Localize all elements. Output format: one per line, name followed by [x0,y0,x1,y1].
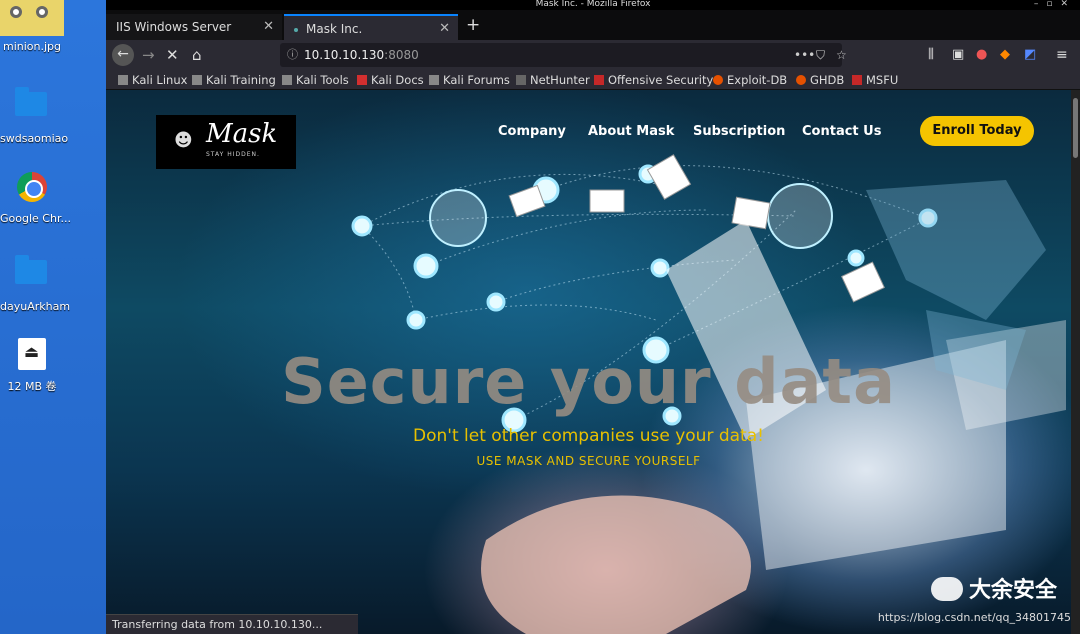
ghdb-icon [796,75,806,85]
window-titlebar: Mask Inc. - Mozilla Firefox –▫✕ [106,0,1080,10]
tab-label: IIS Windows Server [116,20,232,34]
kali-dragon-icon [118,75,128,85]
bookmark-label: GHDB [810,73,845,87]
watermark: 大余安全 [930,572,1057,604]
bookmark-offensive-security[interactable]: Offensive Security [594,73,713,87]
nethunter-icon [516,75,526,85]
bookmark-kali-forums[interactable]: Kali Forums [429,73,510,87]
watermark-url: https://blog.csdn.net/qq_34801745 [877,611,1071,624]
desktop-icon-label: swdsaomiao [0,132,69,145]
translate-icon[interactable]: ◩ [1024,45,1036,65]
navigation-toolbar: ← → ✕ ⌂ ⓘ 10.10.10.130:8080 ••• ⛉ ☆ ⫼ ▣ … [106,40,1080,70]
desktop-icon-label: minion.jpg [2,40,62,53]
bookmark-label: Kali Tools [296,73,349,87]
offsec-icon [594,75,604,85]
bookmark-kali-docs[interactable]: Kali Docs [357,73,424,87]
watermark-brand: 大余安全 [968,578,1057,603]
nav-subscription[interactable]: Subscription [693,124,785,139]
url-host: 10.10.10.130 [304,48,385,62]
theatre-mask-icon: ☻ [174,130,193,151]
extension-icon[interactable]: ● [976,45,987,65]
hero-tagline: USE MASK AND SECURE YOURSELF [476,454,701,468]
desktop-icon-minion[interactable]: minion.jpg [0,0,64,53]
window-title: Mask Inc. - Mozilla Firefox [535,0,651,9]
tab-label: Mask Inc. [306,22,363,36]
back-button[interactable]: ← [112,44,134,66]
hero-headline: Secure your data [281,345,896,418]
chrome-icon [17,172,47,202]
tab-mask[interactable]: Mask Inc. ✕ [284,14,458,40]
home-icon[interactable]: ⌂ [192,45,202,65]
bookmark-label: Kali Forums [443,73,510,87]
wechat-icon [930,577,963,601]
enroll-today-button[interactable]: Enroll Today [920,116,1034,146]
bookmark-label: Kali Linux [132,73,188,87]
desktop-icon-dayuarkham[interactable]: dayuArkham [0,254,71,313]
desktop-icon-label: dayuArkham [0,300,71,313]
desktop: minion.jpg swdsaomiao Google Chr... dayu… [0,0,106,634]
status-bar: Transferring data from 10.10.10.130... [106,614,358,634]
bookmark-label: Kali Docs [371,73,424,87]
bookmark-msfu[interactable]: MSFU [852,73,898,87]
page-scrollbar[interactable] [1071,90,1080,634]
desktop-icon-label: Google Chr... [0,212,71,225]
loading-icon [294,27,298,32]
drive-icon [18,338,46,370]
kali-dragon-icon [192,75,202,85]
image-thumbnail-icon [0,0,64,36]
tab-iis[interactable]: IIS Windows Server ✕ [106,14,282,40]
bookmark-nethunter[interactable]: NetHunter [516,73,590,87]
stop-button[interactable]: ✕ [166,45,179,65]
close-tab-icon[interactable]: ✕ [439,16,450,42]
exploit-db-icon [713,75,723,85]
foxyproxy-icon[interactable]: ◆ [1000,45,1010,65]
scrollbar-thumb[interactable] [1073,98,1078,158]
msfu-icon [852,75,862,85]
bookmark-kali-linux[interactable]: Kali Linux [118,73,187,87]
bookmarks-toolbar: Kali Linux Kali Training Kali Tools Kali… [106,70,1080,90]
bookmark-label: NetHunter [530,73,590,87]
url-port: :8080 [384,48,419,62]
menu-icon[interactable]: ≡ [1056,45,1068,65]
nav-company[interactable]: Company [498,124,566,139]
logo-wordmark: Mask [206,119,278,149]
desktop-icon-chrome[interactable]: Google Chr... [0,172,71,225]
bookmark-kali-training[interactable]: Kali Training [192,73,276,87]
bookmark-label: Exploit-DB [727,73,788,87]
address-bar[interactable]: ⓘ 10.10.10.130:8080 ••• ⛉ ☆ [280,43,847,67]
desktop-icon-volume[interactable]: 12 MB 卷 [0,338,64,394]
bookmark-label: MSFU [866,73,899,87]
nav-contact-us[interactable]: Contact Us [802,124,881,139]
library-icon[interactable]: ⫼ [928,45,934,65]
bookmark-exploit-db[interactable]: Exploit-DB [713,73,787,87]
kali-dragon-icon [429,75,439,85]
window-controls[interactable]: –▫✕ [1034,0,1076,9]
desktop-icon-swdsaomiao[interactable]: swdsaomiao [0,86,69,145]
tab-strip: IIS Windows Server ✕ Mask Inc. ✕ + [106,10,1080,40]
page-actions-icon[interactable]: ••• [794,43,815,67]
nav-about-mask[interactable]: About Mask [588,124,674,139]
desktop-icon-label: 12 MB 卷 [7,380,57,393]
kali-docs-icon [357,75,367,85]
hero-subheadline: Don't let other companies use your data! [413,426,764,446]
forward-button[interactable]: → [142,45,155,65]
info-icon[interactable]: ⓘ [287,43,298,67]
web-page: ☻ Mask STAY HIDDEN. Company About Mask S… [106,90,1071,634]
pocket-icon[interactable]: ⛉ [816,43,825,67]
bookmark-kali-tools[interactable]: Kali Tools [282,73,349,87]
bookmark-label: Offensive Security [608,73,714,87]
kali-dragon-icon [282,75,292,85]
logo-tagline: STAY HIDDEN. [206,151,260,158]
new-tab-button[interactable]: + [466,15,480,35]
bookmark-label: Kali Training [206,73,276,87]
firefox-window: Mask Inc. - Mozilla Firefox –▫✕ IIS Wind… [106,0,1080,634]
bookmark-ghdb[interactable]: GHDB [796,73,844,87]
close-tab-icon[interactable]: ✕ [263,14,274,40]
folder-icon [15,255,47,284]
site-logo[interactable]: ☻ Mask STAY HIDDEN. [156,115,296,169]
folder-icon [15,87,47,116]
bookmark-star-icon[interactable]: ☆ [836,43,847,67]
sidebar-icon[interactable]: ▣ [952,45,964,65]
